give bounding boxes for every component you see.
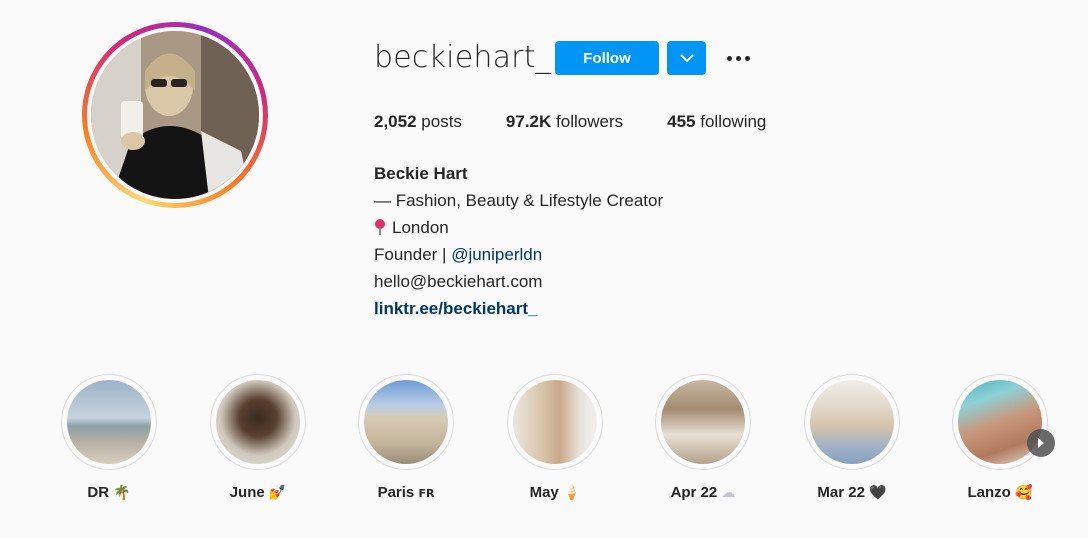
follow-button[interactable]: Follow [555, 41, 659, 75]
highlight-ring [61, 374, 157, 470]
suggested-dropdown-button[interactable] [667, 41, 706, 75]
chevron-right-glyph [1038, 438, 1044, 448]
more-dot [726, 55, 732, 61]
avatar [91, 31, 259, 199]
posts-count: 2,052 posts [374, 112, 462, 132]
highlight-cover [216, 380, 300, 464]
stat-label: followers [556, 112, 624, 131]
stat-value: 2,052 [374, 112, 417, 131]
highlight-item[interactable]: DR 🌴 [59, 374, 159, 501]
highlight-ring [358, 374, 454, 470]
highlight-label: May 🍦 [529, 484, 581, 501]
following-link[interactable]: 455 following [667, 112, 766, 132]
highlight-label: Apr 22 ☁ [670, 484, 736, 501]
pin-icon [374, 219, 386, 235]
chevron-down-icon [679, 53, 694, 62]
highlight-cover [364, 380, 448, 464]
profile-avatar-ring[interactable] [82, 22, 268, 208]
highlight-label: Lanzo 🥰 [967, 484, 1033, 501]
highlight-item[interactable]: Apr 22 ☁ [653, 374, 753, 501]
stat-label: following [700, 112, 767, 131]
highlight-label: DR 🌴 [87, 484, 131, 501]
highlight-ring [804, 374, 900, 470]
highlight-ring [655, 374, 751, 470]
highlight-item[interactable]: Mar 22 🖤 [802, 374, 902, 501]
highlight-ring [210, 374, 306, 470]
stat-value: 455 [667, 112, 696, 131]
stat-value: 97.2K [505, 112, 552, 131]
story-highlights: DR 🌴 June 💅 Paris FR May 🍦 Apr 22 ☁ Mar … [0, 374, 1088, 524]
highlight-ring [952, 374, 1048, 470]
more-dot [744, 55, 750, 61]
more-options-icon[interactable] [722, 44, 754, 72]
profile-stats: 2,052 posts 97.2K followers 455 followin… [374, 112, 810, 132]
highlight-label: June 💅 [229, 484, 287, 501]
bio-email: hello@beckiehart.com [374, 272, 543, 291]
highlight-label: Mar 22 🖤 [817, 484, 887, 501]
highlight-item[interactable]: Paris FR [356, 374, 456, 501]
followers-link[interactable]: 97.2K followers [506, 112, 623, 132]
bio-location: London [374, 214, 663, 241]
location-text: London [392, 218, 449, 237]
avatar-inner [87, 27, 263, 203]
bio-line: — Fashion, Beauty & Lifestyle Creator [374, 191, 664, 210]
highlight-item[interactable]: June 💅 [208, 374, 308, 501]
chevron-right-icon[interactable] [1027, 429, 1055, 457]
more-dot [735, 55, 741, 61]
display-name: Beckie Hart [374, 164, 468, 183]
website-link[interactable]: linktr.ee/beckiehart_ [374, 295, 663, 322]
highlight-cover [661, 380, 745, 464]
highlight-ring [507, 374, 603, 470]
highlight-cover [67, 380, 151, 464]
bio-founder: Founder | @juniperldn [374, 241, 663, 268]
profile-bio: Beckie Hart — Fashion, Beauty & Lifestyl… [374, 160, 663, 322]
highlight-cover [810, 380, 894, 464]
highlight-cover [513, 380, 597, 464]
founder-prefix: Founder | [374, 245, 452, 264]
stat-label: posts [421, 112, 462, 131]
highlight-item[interactable]: May 🍦 [505, 374, 605, 501]
mention-link[interactable]: @juniperldn [451, 245, 542, 264]
highlight-label: Paris FR [377, 484, 435, 501]
username: beckiehart_ [374, 40, 551, 75]
